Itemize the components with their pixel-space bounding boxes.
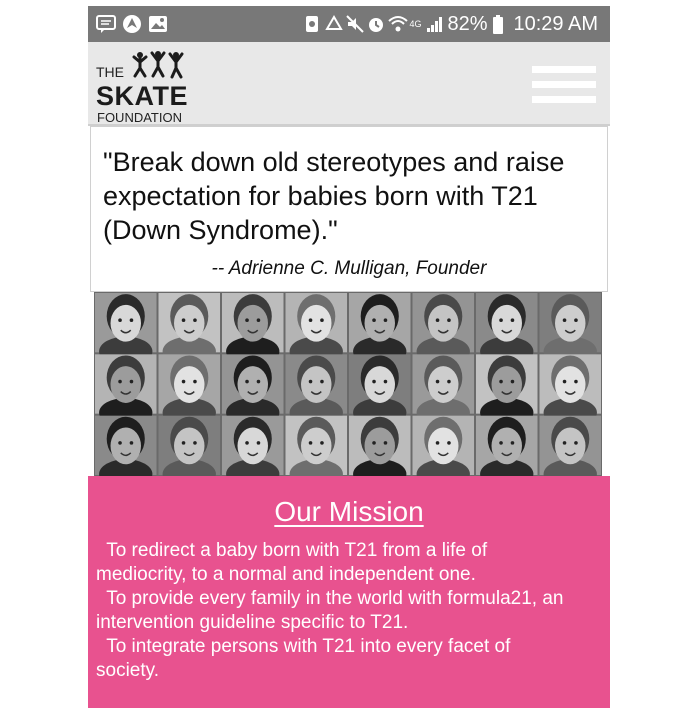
child-portrait [349, 415, 411, 476]
battery-percent: 82% [447, 13, 488, 35]
mission-line: To integrate persons with T21 into every… [96, 636, 511, 657]
status-bar: 4G 82% 10:29 AM [88, 6, 610, 42]
logo-the: THE [96, 64, 124, 80]
child-portrait [412, 415, 474, 476]
children-photo-collage [94, 292, 602, 476]
child-portrait [95, 415, 157, 476]
mission-line: To redirect a baby born with T21 from a … [96, 540, 488, 561]
child-portrait [539, 415, 601, 476]
network-label: 4G [409, 19, 422, 29]
mission-line: society. [96, 660, 160, 681]
navigation-icon [122, 14, 142, 34]
nfc-icon [304, 15, 320, 33]
image-icon [148, 14, 168, 34]
logo-foundation: FOUNDATION [97, 110, 182, 125]
mission-title: Our Mission [274, 496, 424, 527]
jumping-kids-icon [132, 51, 184, 79]
mission-line: mediocrity, to a normal and independent … [96, 564, 476, 585]
child-portrait [222, 415, 284, 476]
quote-attribution: -- Adrienne C. Mulligan, Founder [211, 258, 487, 279]
site-header: THE SKATE FOUNDATION [88, 42, 610, 126]
skate-foundation-logo[interactable]: THE SKATE FOUNDATION [96, 48, 206, 125]
mission-line: intervention guideline specific to T21. [96, 612, 409, 633]
quote-section: "Break down old stereotypes and raise ex… [90, 126, 608, 292]
message-icon [96, 14, 116, 34]
wifi-icon [388, 15, 409, 33]
child-portrait [158, 415, 220, 476]
clock: 10:29 AM [513, 13, 598, 35]
child-portrait [476, 415, 538, 476]
mission-text: To redirect a baby born with T21 from a … [96, 539, 604, 683]
battery-icon [492, 15, 508, 34]
mute-icon [346, 15, 365, 33]
hamburger-menu-icon[interactable] [532, 66, 596, 104]
signal-icon [426, 15, 443, 33]
recycle-icon [325, 15, 344, 33]
alarm-icon [367, 15, 384, 33]
mission-section: Our Mission To redirect a baby born with… [88, 476, 610, 708]
mission-line: To provide every family in the world wit… [96, 588, 564, 609]
phone-screen: 4G 82% 10:29 AM THE SKATE FOUNDATION "Br… [88, 6, 610, 708]
quote-text: "Break down old stereotypes and raise ex… [103, 147, 565, 245]
child-portrait [285, 415, 347, 476]
logo-skate: SKATE [96, 81, 189, 111]
